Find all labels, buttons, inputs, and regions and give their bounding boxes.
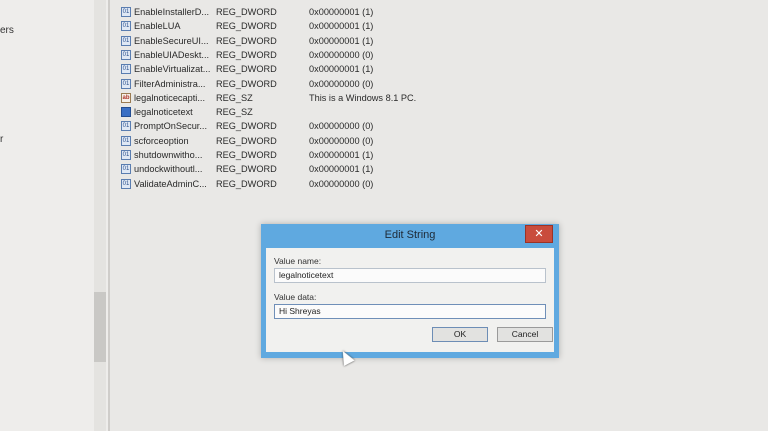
- value-name: shutdownwitho...: [134, 150, 203, 160]
- value-data: 0x00000000 (0): [309, 49, 374, 60]
- registry-value-row[interactable]: 01 FilterAdministra... REG_DWORD 0x00000000…: [110, 77, 530, 91]
- binary-value-icon: 01: [121, 7, 131, 17]
- value-type: REG_DWORD: [216, 35, 277, 46]
- value-data: This is a Windows 8.1 PC.: [309, 92, 417, 103]
- binary-value-icon: 01: [121, 49, 131, 60]
- registry-value-row[interactable]: 01 ValidateAdminC... REG_DWORD 0x00000000 (…: [110, 177, 530, 191]
- value-data: 0x00000000 (0): [309, 178, 374, 189]
- binary-value-icon: 01: [121, 121, 131, 132]
- value-name: legalnoticecapti...: [134, 92, 205, 103]
- value-name: EnableSecureUI...: [134, 35, 209, 46]
- value-type: REG_DWORD: [216, 150, 277, 160]
- ok-button[interactable]: OK: [432, 327, 488, 342]
- registry-values-list[interactable]: 01 EnableInstallerD... REG_DWORD 0x00000001…: [110, 0, 768, 431]
- cancel-button[interactable]: Cancel: [497, 327, 553, 342]
- value-name: EnableUIADeskt...: [134, 49, 210, 60]
- tree-scrollbar-track[interactable]: [94, 0, 106, 431]
- string-value-icon: [121, 107, 131, 118]
- value-name: PromptOnSecur...: [134, 121, 208, 132]
- binary-value-icon: 01: [121, 64, 131, 75]
- value-name: undockwithoutl...: [134, 164, 203, 175]
- dialog-body: Value name: legalnoticetext Value data: …: [266, 248, 554, 352]
- registry-value-row[interactable]: ab legalnoticecapti... REG_SZ This is a Win…: [110, 91, 530, 105]
- value-type: REG_DWORD: [216, 178, 277, 189]
- value-data: 0x00000001 (1): [309, 64, 374, 75]
- value-data: 0x00000000 (0): [309, 78, 374, 89]
- value-type: REG_SZ: [216, 107, 253, 118]
- binary-value-icon: 01: [121, 21, 131, 32]
- binary-value-icon: 01: [121, 35, 131, 46]
- value-name-label: Value name:: [274, 256, 322, 266]
- value-type: REG_DWORD: [216, 78, 277, 89]
- registry-value-row[interactable]: 01 EnableLUA REG_DWORD 0x00000001 (1): [110, 19, 530, 33]
- value-type: REG_SZ: [216, 92, 253, 103]
- tree-item-fragment[interactable]: ers: [0, 25, 14, 36]
- value-name: EnableInstallerD...: [134, 7, 210, 17]
- dialog-title: Edit String: [384, 229, 436, 241]
- value-name: scforceoption: [134, 135, 189, 146]
- value-type: REG_DWORD: [216, 21, 277, 32]
- value-name: ValidateAdminC...: [134, 178, 207, 189]
- value-name: EnableVirtualizat...: [134, 64, 211, 75]
- tree-scrollbar-thumb[interactable]: [94, 292, 106, 362]
- registry-value-row[interactable]: 01 EnableSecureUI... REG_DWORD 0x00000001 (…: [110, 34, 530, 48]
- value-data: 0x00000001 (1): [309, 35, 374, 46]
- value-name: EnableLUA: [134, 21, 181, 32]
- binary-value-icon: 01: [121, 135, 131, 146]
- string-value-icon: ab: [121, 92, 131, 103]
- value-type: REG_DWORD: [216, 64, 277, 75]
- close-button[interactable]: ✕: [525, 225, 553, 243]
- binary-value-icon: 01: [121, 150, 131, 160]
- binary-value-icon: 01: [121, 164, 131, 175]
- registry-tree-pane[interactable]: ers r: [0, 0, 110, 431]
- registry-value-row[interactable]: 01 EnableVirtualizat... REG_DWORD 0x0000000…: [110, 62, 530, 76]
- value-data: 0x00000001 (1): [309, 164, 374, 175]
- registry-value-row[interactable]: 01 EnableUIADeskt... REG_DWORD 0x00000000 (…: [110, 48, 530, 62]
- value-data-label: Value data:: [274, 292, 317, 302]
- value-data-field[interactable]: Hi Shreyas: [274, 304, 546, 319]
- value-data: 0x00000001 (1): [309, 21, 374, 32]
- registry-value-row[interactable]: 01 scforceoption REG_DWORD 0x00000000 (0): [110, 134, 530, 148]
- value-name: legalnoticetext: [134, 107, 193, 118]
- value-type: REG_DWORD: [216, 121, 277, 132]
- binary-value-icon: 01: [121, 178, 131, 189]
- value-data: 0x00000000 (0): [309, 135, 374, 146]
- registry-value-row[interactable]: 01 undockwithoutl... REG_DWORD 0x00000001 (…: [110, 162, 530, 176]
- value-type: REG_DWORD: [216, 49, 277, 60]
- binary-value-icon: 01: [121, 78, 131, 89]
- registry-value-row[interactable]: 01 shutdownwitho... REG_DWORD 0x00000001 (1…: [110, 148, 530, 162]
- registry-value-row[interactable]: legalnoticetext REG_SZ: [110, 105, 530, 119]
- value-type: REG_DWORD: [216, 135, 277, 146]
- registry-value-row[interactable]: 01 PromptOnSecur... REG_DWORD 0x00000000 (0…: [110, 119, 530, 133]
- value-type: REG_DWORD: [216, 164, 277, 175]
- value-data: 0x00000000 (0): [309, 121, 374, 132]
- value-name: FilterAdministra...: [134, 78, 206, 89]
- value-name-field[interactable]: legalnoticetext: [274, 268, 546, 283]
- tree-item-fragment[interactable]: r: [0, 134, 3, 145]
- value-data: 0x00000001 (1): [309, 150, 374, 160]
- registry-value-row[interactable]: 01 EnableInstallerD... REG_DWORD 0x00000001…: [110, 5, 530, 19]
- edit-string-dialog: Edit String ✕ Value name: legalnoticetex…: [261, 224, 559, 358]
- value-data: 0x00000001 (1): [309, 7, 374, 17]
- value-type: REG_DWORD: [216, 7, 277, 17]
